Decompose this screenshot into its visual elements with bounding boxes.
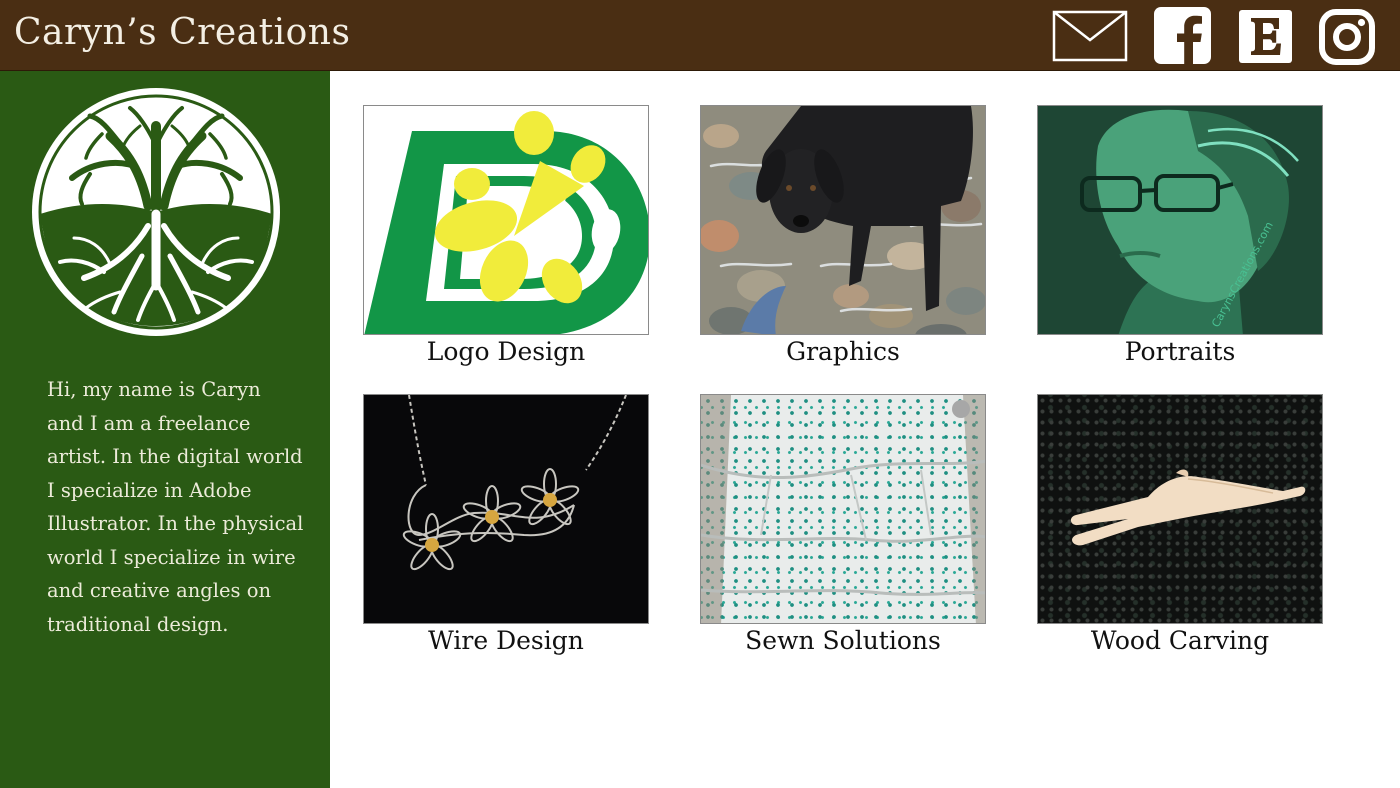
mail-icon[interactable]	[1052, 10, 1128, 66]
portraits-thumbnail[interactable]: CarynsCreations.com	[1037, 105, 1323, 335]
gallery-caption[interactable]: Portraits	[1037, 337, 1323, 366]
bio-line: artist. In the digital world	[47, 445, 303, 468]
gallery-caption[interactable]: Sewn Solutions	[700, 626, 986, 655]
header-bar: Caryn’s Creations	[0, 0, 1400, 71]
gallery-caption[interactable]: Wire Design	[363, 626, 649, 655]
graphics-thumbnail[interactable]	[700, 105, 986, 335]
sidebar: Hi, my name is Caryn and I am a freelanc…	[0, 71, 330, 788]
bio-line: traditional design.	[47, 612, 229, 636]
bio-line: and I am a freelance	[47, 411, 251, 435]
gallery-caption[interactable]: Wood Carving	[1037, 626, 1323, 655]
sewn-solutions-thumbnail[interactable]	[700, 394, 986, 624]
bio-line: world I specialize in wire	[47, 545, 296, 569]
bio-text: Hi, my name is Caryn and I am a freelanc…	[47, 373, 317, 641]
etsy-icon[interactable]	[1239, 10, 1292, 67]
bio-line: I specialize in Adobe	[47, 478, 252, 502]
instagram-icon[interactable]	[1318, 8, 1376, 70]
bio-line: Illustrator. In the physical	[47, 512, 304, 535]
tree-of-life-icon	[32, 88, 280, 336]
bio-line: Hi, my name is Caryn	[47, 378, 261, 401]
wood-carving-thumbnail[interactable]	[1037, 394, 1323, 624]
site-title[interactable]: Caryn’s Creations	[14, 12, 350, 53]
facebook-icon[interactable]	[1154, 7, 1211, 68]
gallery-caption[interactable]: Graphics	[700, 337, 986, 366]
wire-design-thumbnail[interactable]	[363, 394, 649, 624]
gallery-caption[interactable]: Logo Design	[363, 337, 649, 366]
bio-line: and creative angles on	[47, 579, 272, 602]
logo-design-thumbnail[interactable]	[363, 105, 649, 335]
